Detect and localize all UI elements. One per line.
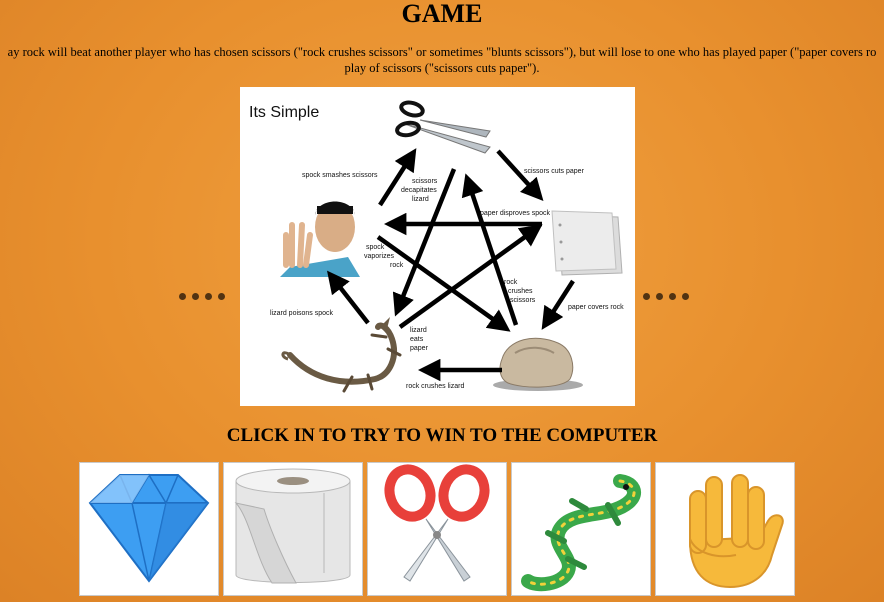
- background-dots-right: [640, 287, 692, 301]
- label-scissors-cuts-paper: scissors cuts paper: [524, 168, 585, 175]
- scissors-choice-button[interactable]: [367, 462, 507, 596]
- call-to-action: CLICK IN TO TRY TO WIN TO THE COMPUTER: [226, 425, 658, 446]
- diagram-heading: Its Simple: [249, 104, 319, 121]
- spock-choice-button[interactable]: [655, 462, 795, 596]
- vulcan-salute-icon: [688, 474, 784, 589]
- scissors-image: [395, 100, 491, 154]
- label-lizard-eats-1: lizard: [410, 327, 427, 334]
- label-spock-vaporizes-1: spock: [366, 244, 385, 251]
- description-line-2: play of scissors ("scissors cuts paper")…: [344, 61, 540, 75]
- label-lizard-eats-2: eats: [410, 336, 424, 343]
- scissors-icon: [384, 464, 490, 582]
- paper-choice-button[interactable]: [223, 462, 363, 596]
- rules-arrows: [327, 148, 575, 382]
- lizard-choice-button[interactable]: [511, 462, 651, 596]
- label-scissors-decapitates-1: scissors: [412, 178, 438, 185]
- rules-diagram-graphic: Its Simple spock smashes scissors scisso…: [249, 100, 624, 393]
- toilet-paper-icon: [234, 468, 351, 584]
- page-title: GAME: [401, 0, 483, 28]
- label-spock-smashes-scissors: spock smashes scissors: [302, 172, 378, 179]
- label-rock-crushes-1: rock: [504, 279, 518, 286]
- paper-image: [551, 210, 623, 276]
- label-rock-crushes-3: scissors: [510, 297, 536, 304]
- label-rock-crushes-2: crushes: [508, 288, 533, 295]
- label-rock-crushes-lizard: rock crushes lizard: [406, 383, 464, 390]
- label-spock-vaporizes-2: vaporizes: [364, 253, 394, 260]
- label-paper-covers-rock: paper covers rock: [568, 304, 624, 311]
- spock-image: [280, 201, 360, 277]
- description-line-1: ay rock will beat another player who has…: [7, 45, 877, 59]
- lizard-image: [281, 317, 402, 393]
- gem-icon: [88, 473, 210, 583]
- lizard-icon: [521, 474, 642, 592]
- game-description: ay rock will beat another player who has…: [0, 44, 884, 76]
- rules-diagram: Its Simple spock smashes scissors scisso…: [240, 87, 635, 406]
- label-lizard-eats-3: paper: [410, 345, 429, 352]
- label-scissors-decapitates-3: lizard: [412, 196, 429, 203]
- label-lizard-poisons-spock: lizard poisons spock: [270, 310, 334, 317]
- label-scissors-decapitates-2: decapitates: [401, 187, 437, 194]
- rock-image: [493, 337, 583, 391]
- label-spock-vaporizes-3: rock: [390, 262, 404, 269]
- background-dots-left: [176, 287, 228, 301]
- label-paper-disproves-spock: paper disproves spock: [480, 210, 551, 217]
- rock-choice-button[interactable]: [79, 462, 219, 596]
